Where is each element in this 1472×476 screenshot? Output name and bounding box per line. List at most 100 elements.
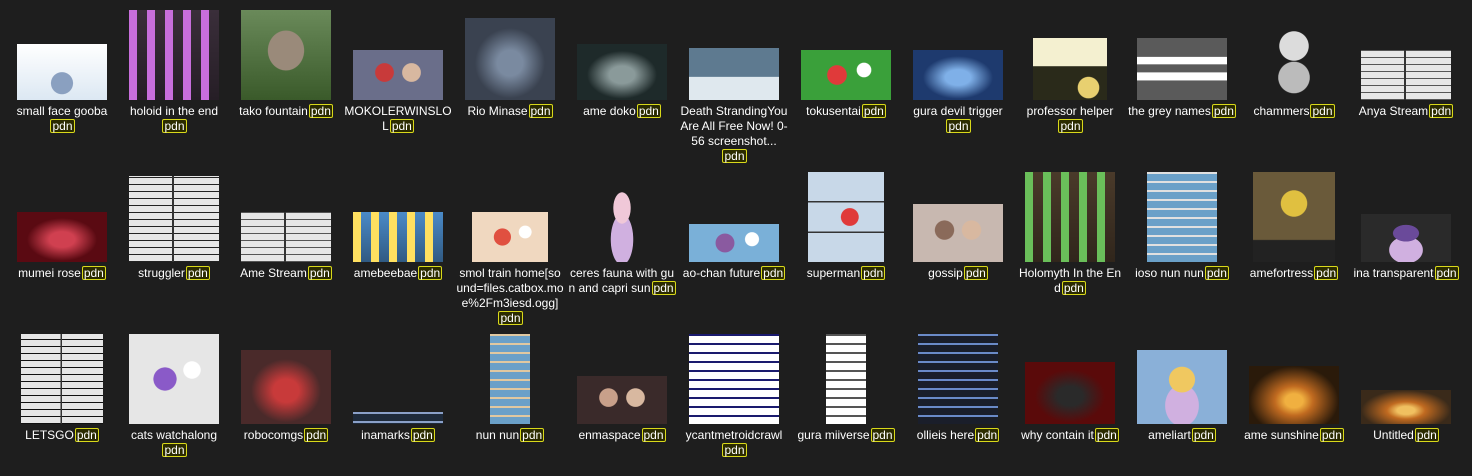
file-name-label[interactable]: ollieis here pdn [904,428,1012,443]
file-thumbnail[interactable] [577,376,667,424]
file-name-label[interactable]: tako fountain pdn [232,104,340,119]
file-item[interactable]: amefortress pdn [1238,170,1350,281]
file-name-label[interactable]: nun nun pdn [456,428,564,443]
file-item[interactable]: small face goobapdn [6,8,118,134]
file-item[interactable]: tako fountain pdn [230,8,342,119]
file-name-label[interactable]: ioso nun nun pdn [1128,266,1236,281]
file-name-label[interactable]: Death StrandingYou Are All Free Now! 0-5… [680,104,788,164]
file-thumbnail[interactable] [1025,362,1115,424]
file-thumbnail[interactable] [1361,214,1451,262]
file-item[interactable]: Death StrandingYou Are All Free Now! 0-5… [678,8,790,164]
file-item[interactable]: tokusentai pdn [790,8,902,119]
file-item[interactable]: Rio Minase pdn [454,8,566,119]
file-name-label[interactable]: Anya Stream pdn [1352,104,1460,119]
file-item[interactable]: LETSGO pdn [6,332,118,443]
file-name-label[interactable]: the grey names pdn [1128,104,1236,119]
file-name-label[interactable]: ycantmetroidcrawlpdn [680,428,788,458]
file-thumbnail[interactable] [826,334,866,424]
file-thumbnail[interactable] [592,172,652,262]
file-name-label[interactable]: ameliart pdn [1128,428,1236,443]
file-thumbnail[interactable] [1147,172,1217,262]
file-thumbnail[interactable] [490,334,530,424]
file-name-label[interactable]: ame sunshine pdn [1240,428,1348,443]
file-thumbnail[interactable] [17,212,107,262]
file-thumbnail[interactable] [1137,350,1227,424]
file-item[interactable]: inamarks pdn [342,332,454,443]
file-thumbnail[interactable] [801,50,891,100]
file-item[interactable]: cats watchalongpdn [118,332,230,458]
file-name-label[interactable]: small face goobapdn [8,104,116,134]
file-item[interactable]: ao-chan future pdn [678,170,790,281]
file-name-label[interactable]: professor helperpdn [1016,104,1124,134]
file-name-label[interactable]: robocomgs pdn [232,428,340,443]
file-item[interactable]: Holomyth In the End pdn [1014,170,1126,296]
file-name-label[interactable]: enmaspace pdn [568,428,676,443]
file-item[interactable]: mumei rose pdn [6,170,118,281]
file-name-label[interactable]: ina transparent pdn [1352,266,1460,281]
file-item[interactable]: ame sunshine pdn [1238,332,1350,443]
file-item[interactable]: ceres fauna with gun and capri sun pdn [566,170,678,296]
file-name-label[interactable]: inamarks pdn [344,428,452,443]
file-thumbnail[interactable] [1257,10,1331,100]
file-item[interactable]: Anya Stream pdn [1350,8,1462,119]
file-item[interactable]: MOKOLERWINSLOL pdn [342,8,454,134]
file-name-label[interactable]: gura miiverse pdn [792,428,900,443]
file-item[interactable]: gura miiverse pdn [790,332,902,443]
file-item[interactable]: chammers pdn [1238,8,1350,119]
file-item[interactable]: ameliart pdn [1126,332,1238,443]
file-name-label[interactable]: ao-chan future pdn [680,266,788,281]
file-item[interactable]: professor helperpdn [1014,8,1126,134]
file-name-label[interactable]: tokusentai pdn [792,104,900,119]
file-thumbnail[interactable] [1361,390,1451,424]
file-thumbnail[interactable] [1253,172,1335,262]
file-name-label[interactable]: chammers pdn [1240,104,1348,119]
file-name-label[interactable]: ceres fauna with gun and capri sun pdn [568,266,676,296]
file-thumbnail[interactable] [689,224,779,262]
file-item[interactable]: superman pdn [790,170,902,281]
file-thumbnail[interactable] [1361,50,1451,100]
file-name-label[interactable]: cats watchalongpdn [120,428,228,458]
file-name-label[interactable]: ame doko pdn [568,104,676,119]
file-thumbnail[interactable] [1137,38,1227,100]
file-item[interactable]: ioso nun nun pdn [1126,170,1238,281]
file-name-label[interactable]: holoid in the endpdn [120,104,228,134]
file-name-label[interactable]: amebeebae pdn [344,266,452,281]
file-thumbnail[interactable] [129,334,219,424]
file-thumbnail[interactable] [353,412,443,424]
file-thumbnail[interactable] [689,48,779,100]
file-name-label[interactable]: smol train home[sound=files.catbox.moe%2… [456,266,564,326]
file-thumbnail[interactable] [1033,38,1107,100]
file-thumbnail[interactable] [21,334,103,424]
file-thumbnail[interactable] [577,44,667,100]
file-name-label[interactable]: LETSGO pdn [8,428,116,443]
file-thumbnail[interactable] [17,44,107,100]
file-thumbnail[interactable] [689,334,779,424]
file-item[interactable]: smol train home[sound=files.catbox.moe%2… [454,170,566,326]
file-item[interactable]: why contain it pdn [1014,332,1126,443]
file-item[interactable]: ame doko pdn [566,8,678,119]
file-thumbnail[interactable] [129,176,219,262]
file-name-label[interactable]: struggler pdn [120,266,228,281]
file-name-label[interactable]: Holomyth In the End pdn [1016,266,1124,296]
file-item[interactable]: ycantmetroidcrawlpdn [678,332,790,458]
file-name-label[interactable]: gura devil triggerpdn [904,104,1012,134]
file-name-label[interactable]: mumei rose pdn [8,266,116,281]
file-name-label[interactable]: amefortress pdn [1240,266,1348,281]
file-thumbnail[interactable] [918,334,998,424]
file-thumbnail[interactable] [1249,366,1339,424]
file-name-label[interactable]: MOKOLERWINSLOL pdn [344,104,452,134]
file-item[interactable]: ollieis here pdn [902,332,1014,443]
file-item[interactable]: enmaspace pdn [566,332,678,443]
file-thumbnail[interactable] [241,212,331,262]
file-item[interactable]: nun nun pdn [454,332,566,443]
file-thumbnail[interactable] [353,212,443,262]
file-item[interactable]: Ame Stream pdn [230,170,342,281]
file-thumbnail[interactable] [808,172,884,262]
file-name-label[interactable]: why contain it pdn [1016,428,1124,443]
file-thumbnail[interactable] [241,10,331,100]
file-name-label[interactable]: superman pdn [792,266,900,281]
file-thumbnail[interactable] [913,204,1003,262]
file-item[interactable]: gura devil triggerpdn [902,8,1014,134]
file-item[interactable]: robocomgs pdn [230,332,342,443]
file-thumbnail[interactable] [129,10,219,100]
